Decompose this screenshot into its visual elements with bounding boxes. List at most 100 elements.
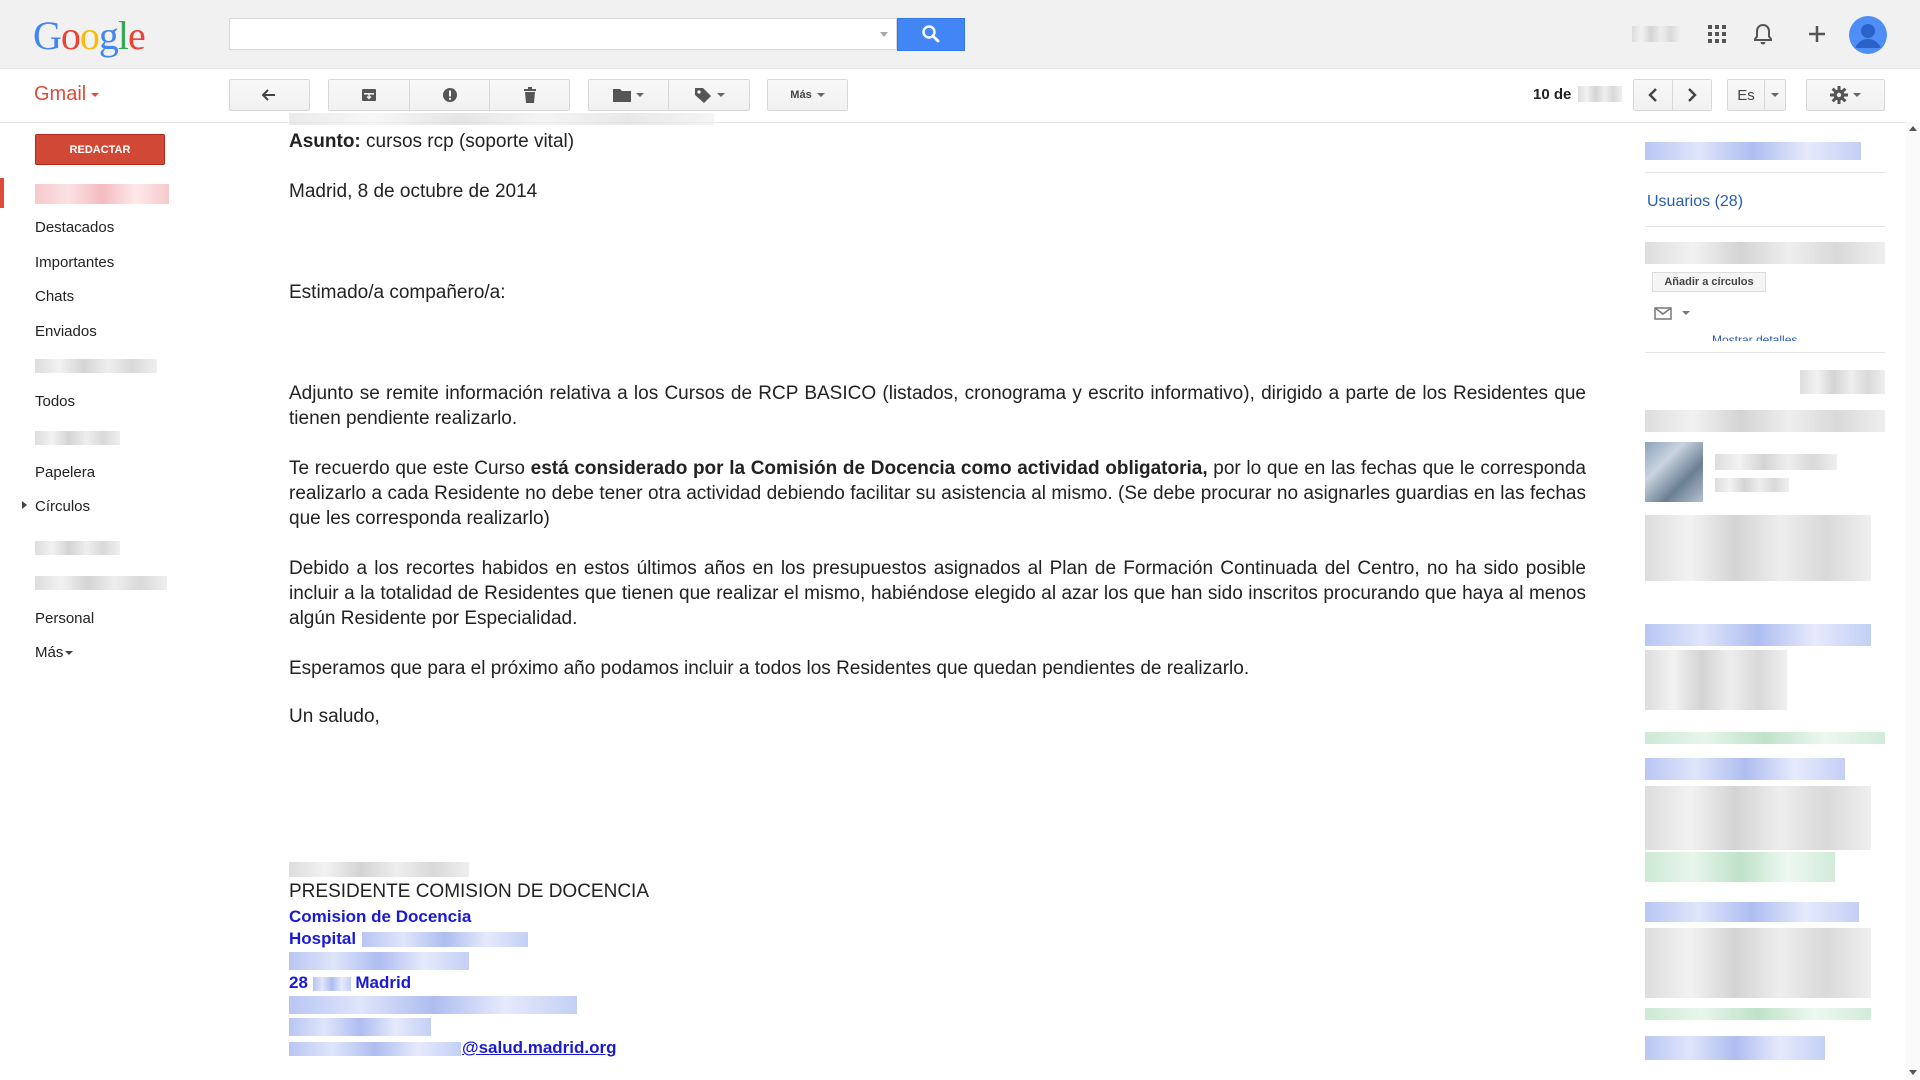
paragraph-2: Te recuerdo que este Curso está consider… (289, 456, 1586, 531)
back-arrow-icon (261, 89, 275, 101)
move-to-button[interactable] (588, 79, 669, 111)
delete-button[interactable] (489, 79, 570, 111)
chevron-down-icon[interactable] (1682, 311, 1690, 315)
sidebar-item-mas[interactable]: Más (35, 644, 74, 661)
related-item-blurred (1645, 1036, 1825, 1060)
expand-arrow-icon[interactable] (22, 501, 27, 509)
apps-grid-icon[interactable] (1705, 22, 1729, 46)
sidebar-item-importantes[interactable]: Importantes (35, 254, 114, 271)
sidebar-item-blurred[interactable] (35, 541, 120, 555)
related-item-blurred (1645, 852, 1835, 882)
report-spam-icon (442, 88, 457, 102)
sidebar-item-enviados[interactable]: Enviados (35, 323, 97, 340)
settings-button[interactable] (1806, 79, 1885, 111)
signature-email-link[interactable]: @salud.madrid.org (462, 1038, 617, 1058)
more-button[interactable]: Más (767, 79, 848, 111)
compose-button[interactable]: REDACTAR (35, 134, 165, 165)
search-options-caret-icon[interactable] (880, 32, 888, 37)
postal-code-blurred (312, 976, 351, 991)
gmail-menu[interactable]: Gmail (34, 83, 100, 106)
add-to-circles-button[interactable]: Añadir a círculos (1652, 272, 1766, 292)
sidebar-item-blurred[interactable] (35, 359, 157, 373)
archive-button[interactable] (328, 79, 410, 111)
related-item-blurred (1645, 786, 1871, 850)
divider (1645, 226, 1885, 227)
pagination-total-blurred (1578, 86, 1622, 102)
scroll-down-arrow-icon[interactable] (1909, 1070, 1917, 1075)
sidebar-item-destacados[interactable]: Destacados (35, 219, 114, 236)
compose-label: REDACTAR (69, 143, 131, 156)
search-icon (922, 25, 940, 43)
sidebar-item-papelera[interactable]: Papelera (35, 464, 95, 481)
related-item-blurred (1645, 928, 1871, 998)
sidebar-item-inbox-blurred[interactable] (35, 184, 169, 204)
chevron-down-icon (636, 93, 644, 97)
sender-address-blurred (1645, 142, 1861, 160)
email-user-blurred (289, 1042, 461, 1056)
signature-org: Comision de Docencia (289, 907, 472, 926)
folder-icon (613, 89, 631, 102)
logo-letter: G (33, 13, 62, 58)
sidebar-item-todos[interactable]: Todos (35, 393, 75, 410)
users-link[interactable]: Usuarios (28) (1647, 193, 1743, 211)
greeting: Estimado/a compañero/a: (289, 282, 506, 303)
chevron-left-icon (1648, 88, 1657, 102)
paragraph-2-pre: Te recuerdo que este Curso (289, 458, 531, 479)
labels-button[interactable] (668, 79, 750, 111)
logo-letter: e (128, 13, 146, 58)
signer-name-blurred (289, 862, 469, 877)
chevron-right-icon (1688, 88, 1697, 102)
report-spam-button[interactable] (409, 79, 490, 111)
add-circles-label: Añadir a círculos (1664, 276, 1754, 288)
paragraph-1: Adjunto se remite información relativa a… (289, 383, 1586, 429)
logo-letter: l (117, 13, 129, 58)
lang-label: Es (1737, 86, 1755, 104)
date-line: Madrid, 8 de octubre de 2014 (289, 181, 538, 202)
sent-date-line-clipped (289, 113, 714, 125)
newer-button[interactable] (1633, 79, 1673, 111)
hospital-name-blurred (362, 932, 528, 947)
related-item-blurred (1800, 370, 1885, 394)
plus-icon[interactable] (1805, 22, 1829, 46)
logo-letter: g (98, 13, 119, 58)
paragraph-4: Esperamos que para el próximo año podamo… (289, 658, 1250, 679)
sidebar-item-mas-label: Más (35, 644, 64, 661)
bell-icon[interactable] (1751, 22, 1775, 46)
inbox-active-indicator (0, 178, 4, 208)
sidebar-item-chats[interactable]: Chats (35, 288, 74, 305)
signature-city: Madrid (355, 973, 412, 992)
gear-icon (1830, 86, 1848, 104)
related-item-blurred (1715, 454, 1837, 470)
search-button[interactable] (897, 18, 965, 51)
scrollbar[interactable] (1906, 122, 1920, 1080)
related-item-blurred (1645, 515, 1871, 581)
input-language-dropdown[interactable] (1764, 79, 1786, 111)
related-item-blurred (1645, 902, 1859, 922)
related-item-blurred (1645, 650, 1787, 710)
logo-letter: o (60, 13, 81, 58)
chevron-down-icon (1853, 93, 1861, 97)
trash-icon (523, 87, 536, 103)
back-button[interactable] (229, 79, 310, 111)
scroll-up-arrow-icon[interactable] (1909, 126, 1917, 131)
google-logo[interactable]: Google (33, 12, 146, 59)
sidebar-item-personal[interactable]: Personal (35, 610, 94, 627)
envelope-icon[interactable] (1654, 307, 1672, 320)
avatar[interactable] (1849, 16, 1887, 54)
logo-letter: o (79, 13, 100, 58)
account-name-blurred[interactable] (1632, 26, 1680, 42)
show-details-link[interactable]: Mostrar detalles (1712, 333, 1797, 341)
signature-hospital: Hospital (289, 929, 357, 948)
older-button[interactable] (1672, 79, 1712, 111)
sidebar-item-blurred[interactable] (35, 576, 167, 590)
label-icon (694, 88, 711, 103)
chevron-down-icon (1771, 93, 1779, 97)
address-blurred (289, 952, 469, 970)
search-input[interactable] (229, 18, 897, 50)
archive-icon (362, 89, 376, 101)
sidebar-item-blurred[interactable] (35, 431, 120, 445)
input-language-button[interactable]: Es (1727, 79, 1765, 111)
related-thumbnail-blurred (1645, 442, 1703, 502)
sidebar-item-circulos[interactable]: Círculos (35, 498, 90, 515)
subject-value: cursos rcp (soporte vital) (366, 131, 575, 152)
